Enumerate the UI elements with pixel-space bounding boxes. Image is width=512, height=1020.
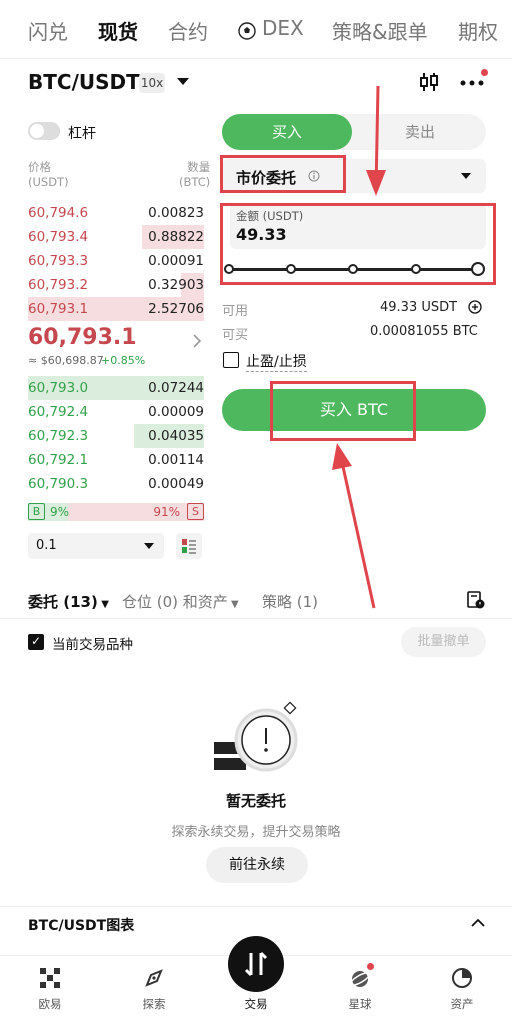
nav-planet-label: 星球 (348, 997, 372, 1011)
annotation-arrowhead-up (332, 443, 352, 470)
empty-orders-title: 暂无委托 (225, 792, 286, 810)
pie-chart-icon (450, 966, 474, 990)
strategy-tab[interactable]: 策略 (1) (262, 591, 318, 612)
orders-divider (0, 618, 512, 619)
trade-icon (228, 936, 284, 992)
compass-icon (142, 966, 166, 990)
current-symbol-label: 当前交易品种 (52, 637, 133, 653)
annotation-arrowhead-down (366, 170, 386, 196)
nav-planet[interactable]: 星球 (320, 956, 400, 1020)
nav-okx[interactable]: 欧易 (10, 956, 90, 1020)
okx-logo-icon (38, 966, 62, 990)
positions-tab[interactable]: 仓位 (0) 和资产 ▼ (122, 591, 239, 612)
empty-orders-illustration (212, 700, 304, 776)
annotation-arrow-up (340, 461, 376, 609)
empty-orders-subtitle: 探索永续交易，提升交易策略 (171, 825, 341, 840)
planet-notification-dot (367, 963, 374, 970)
nav-explore[interactable]: 探索 (114, 956, 194, 1020)
bottom-nav: 欧易 探索 交易 星球 资产 (0, 936, 512, 1020)
orders-tab[interactable]: 委托 (13) ▼ (28, 591, 109, 612)
nav-okx-label: 欧易 (38, 997, 62, 1011)
goto-perpetual-button[interactable]: 前往永续 (206, 847, 308, 883)
chart-divider (0, 906, 512, 907)
order-history-icon[interactable] (466, 590, 486, 610)
nav-assets[interactable]: 资产 (422, 956, 502, 1020)
current-symbol-checkbox[interactable]: ✓ (28, 634, 44, 650)
chevron-up-icon[interactable] (471, 918, 485, 927)
nav-assets-label: 资产 (450, 997, 474, 1011)
nav-trade[interactable]: 交易 (216, 936, 296, 1020)
batch-cancel-button[interactable]: 批量撤单 (401, 627, 486, 657)
nav-explore-label: 探索 (142, 997, 166, 1011)
nav-trade-label: 交易 (244, 997, 268, 1011)
chart-section-title[interactable]: BTC/USDT图表 (28, 915, 134, 935)
